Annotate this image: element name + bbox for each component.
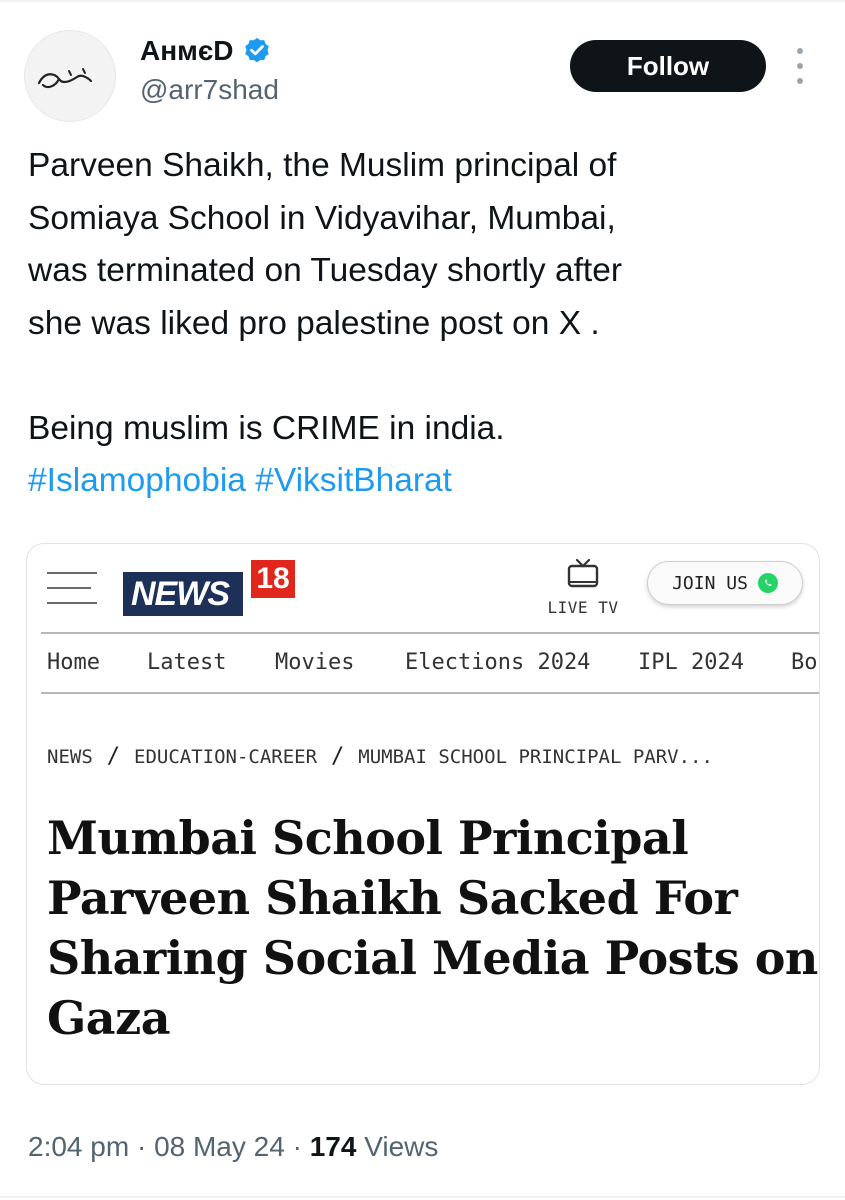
join-us-button: JOIN US — [647, 561, 803, 605]
breadcrumb-item: MUMBAI SCHOOL PRINCIPAL PARV... — [358, 746, 713, 768]
divider — [41, 692, 819, 694]
nav-item: Bo — [791, 650, 818, 675]
tweet-line: was terminated on Tuesday shortly after — [28, 252, 622, 289]
avatar[interactable] — [24, 30, 116, 122]
breadcrumb: NEWS / EDUCATION-CAREER / MUMBAI SCHOOL PRIN… — [47, 744, 713, 769]
tv-icon — [567, 558, 599, 588]
live-tv: LIVE TV — [543, 552, 623, 622]
live-tv-label: LIVE TV — [547, 598, 619, 617]
hashtag-row: #Islamophobia #ViksitBharat — [28, 455, 818, 508]
headline-line: Mumbai School Principal — [47, 811, 689, 865]
logo-word: NEWS — [123, 572, 243, 616]
nav-item: Elections 2024 — [405, 650, 591, 675]
verified-badge-icon — [244, 37, 269, 63]
hashtag-link[interactable]: #Islamophobia — [28, 462, 246, 499]
media-card[interactable]: NEWS 18 LIVE TV JOIN US Home Latest Movi… — [26, 543, 820, 1085]
article-headline: Mumbai School Principal Parveen Shaikh S… — [47, 808, 818, 1048]
tweet-line: Somiaya School in Vidyavihar, Mumbai, — [28, 199, 616, 237]
logo-number: 18 — [251, 560, 295, 598]
more-vertical-icon[interactable] — [792, 48, 808, 84]
tweet-time[interactable]: 2:04 pm — [28, 1131, 129, 1162]
display-name[interactable]: AнмєD — [140, 35, 234, 67]
tweet-line: Being muslim is CRIME in india. — [28, 409, 505, 447]
tweet-meta: 2:04 pm · 08 May 24 · 174 Views — [28, 1131, 439, 1162]
breadcrumb-item: NEWS — [47, 746, 93, 768]
headline-line: Parveen Shaikh Sacked For — [47, 871, 738, 925]
bottom-divider — [0, 1196, 845, 1198]
calligraphy-avatar-icon — [25, 31, 115, 121]
views-count: 174 — [309, 1131, 357, 1162]
headline-line: Gaza — [47, 991, 171, 1045]
nav-item: IPL 2024 — [638, 650, 744, 675]
divider — [41, 632, 819, 634]
user-handle[interactable]: @arr7shad — [140, 74, 279, 106]
views-label: Views — [364, 1131, 439, 1162]
hamburger-menu-icon — [47, 572, 97, 604]
nav-item: Home — [47, 650, 100, 675]
follow-button[interactable]: Follow — [570, 40, 766, 92]
nav-item: Movies — [275, 650, 355, 675]
join-us-label: JOIN US — [672, 572, 748, 594]
headline-line: Sharing Social Media Posts on — [47, 931, 818, 985]
breadcrumb-item: EDUCATION-CAREER — [134, 746, 318, 768]
nav-item: Latest — [147, 650, 227, 675]
tweet-date[interactable]: 08 May 24 — [154, 1131, 285, 1162]
tweet-line: she was liked pro palestine post on X . — [28, 304, 600, 342]
whatsapp-icon — [757, 573, 778, 593]
tweet-text: Parveen Shaikh, the Muslim principal of … — [28, 140, 818, 508]
tweet-line: Parveen Shaikh, the Muslim principal of — [28, 147, 617, 184]
top-divider — [0, 0, 845, 2]
display-name-row[interactable]: AнмєD — [140, 35, 272, 67]
hashtag-link[interactable]: #ViksitBharat — [255, 462, 452, 499]
